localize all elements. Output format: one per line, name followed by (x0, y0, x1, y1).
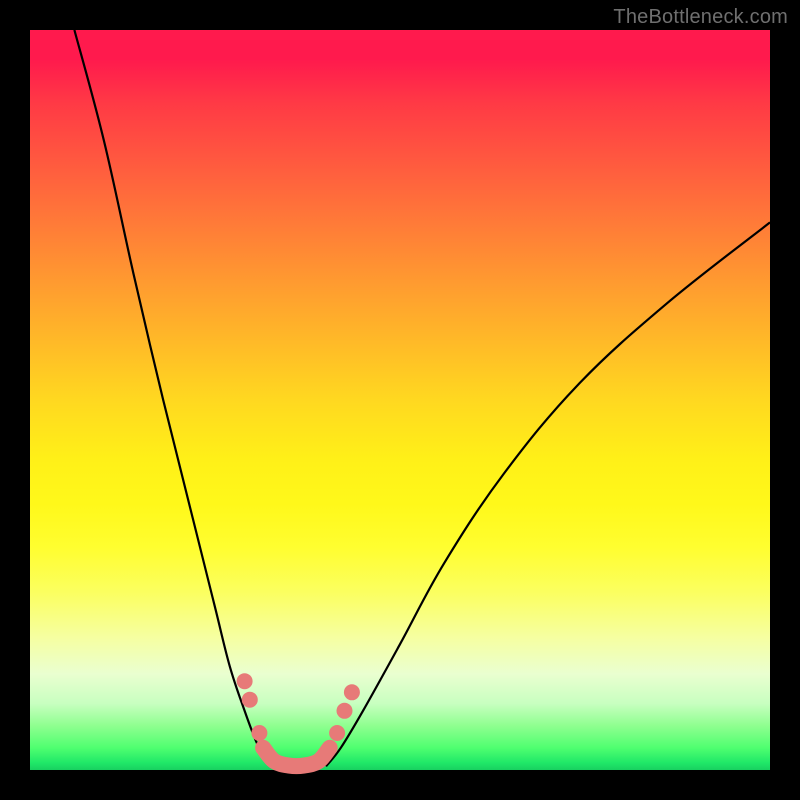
data-marker (242, 692, 258, 708)
chart-frame: TheBottleneck.com (0, 0, 800, 800)
data-marker (251, 725, 267, 741)
left-curve (74, 30, 270, 766)
marker-group (237, 673, 360, 741)
data-marker (344, 684, 360, 700)
data-marker (329, 725, 345, 741)
plot-area (30, 30, 770, 770)
right-curve (326, 222, 770, 766)
curve-layer (30, 30, 770, 770)
watermark-text: TheBottleneck.com (613, 6, 788, 29)
data-marker (237, 673, 253, 689)
data-marker (337, 703, 353, 719)
trough-highlight (263, 748, 330, 766)
